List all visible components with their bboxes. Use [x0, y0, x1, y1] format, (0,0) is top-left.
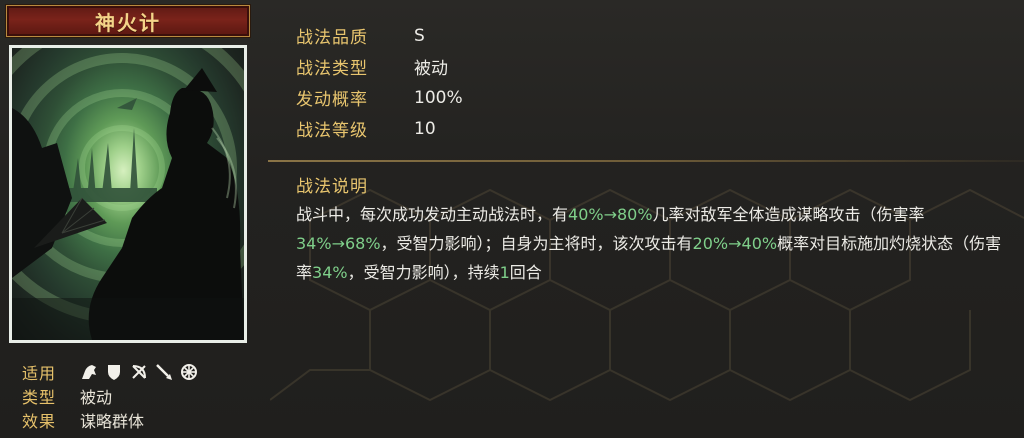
- description-text: 战斗中，每次成功发动主动战法时，有40%→80%几率对敌军全体造成谋略攻击（伤害…: [296, 200, 1016, 287]
- desc-highlight: 34%→68%: [296, 234, 381, 253]
- desc-highlight: 34%: [312, 263, 348, 282]
- desc-segment: 几率对敌军全体造成谋略攻击（伤害率: [652, 205, 925, 224]
- stat-value: S: [414, 25, 425, 46]
- type-label: 类型: [22, 388, 57, 407]
- skill-art-card: [9, 45, 247, 343]
- stat-row-trigger-rate: 发动概率 100%: [296, 82, 463, 113]
- stat-label: 战法类型: [296, 59, 368, 79]
- skill-stats: 战法品质 S 战法类型 被动 发动概率 100% 战法等级 10: [296, 20, 463, 144]
- section-divider: [268, 160, 1024, 162]
- desc-highlight: 40%→80%: [568, 205, 653, 224]
- applicable-row: 适用: [22, 360, 198, 384]
- effect-value: 谋略群体: [80, 412, 145, 431]
- cavalry-icon: [80, 363, 98, 381]
- desc-highlight: 1: [499, 263, 510, 282]
- desc-segment: 回合: [509, 263, 542, 282]
- desc-highlight: 20%→40%: [692, 234, 778, 253]
- spear-icon: [155, 363, 173, 381]
- type-row: 类型 被动: [22, 384, 198, 408]
- strategist-silhouette-art: [12, 48, 244, 340]
- stat-row-type: 战法类型 被动: [296, 51, 463, 82]
- stat-label: 发动概率: [296, 90, 368, 110]
- wheel-icon: [180, 363, 198, 381]
- stat-value: 被动: [414, 59, 448, 79]
- description-title: 战法说明: [296, 177, 368, 197]
- stat-value: 10: [414, 118, 436, 139]
- type-value: 被动: [80, 388, 113, 407]
- stat-value: 100%: [414, 87, 463, 108]
- stat-row-level: 战法等级 10: [296, 113, 463, 144]
- skill-name-plate: 神火计: [6, 5, 250, 37]
- effect-label: 效果: [22, 412, 57, 431]
- unit-type-icons: [80, 363, 198, 381]
- stat-label: 战法等级: [296, 121, 368, 141]
- skill-detail-panel: 神火计 适用 类型 被动 效果 谋略群体 战法品质 S 战法类型 被动 发动概率…: [0, 0, 1024, 438]
- applicable-label: 适用: [22, 364, 57, 383]
- skill-meta: 适用 类型 被动 效果 谋略群体: [22, 360, 198, 432]
- skill-name: 神火计: [95, 10, 161, 35]
- stat-row-quality: 战法品质 S: [296, 20, 463, 51]
- desc-segment: ，受智力影响），持续: [347, 263, 500, 282]
- desc-segment: ，受智力影响）；自身为主将时，该次攻击有: [380, 234, 693, 253]
- effect-row: 效果 谋略群体: [22, 408, 198, 432]
- stat-label: 战法品质: [296, 28, 368, 48]
- desc-segment: 战斗中，每次成功发动主动战法时，有: [296, 205, 569, 224]
- bow-icon: [130, 363, 148, 381]
- shield-icon: [105, 363, 123, 381]
